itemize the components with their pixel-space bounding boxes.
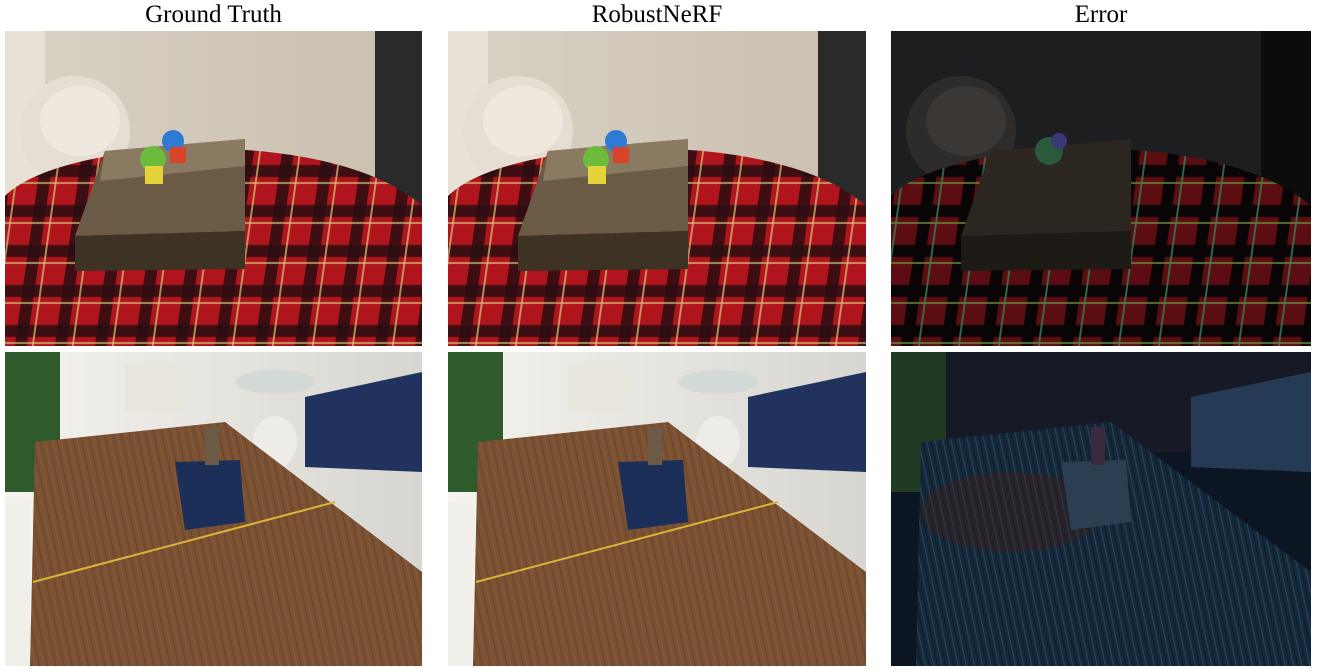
image-dining-robustnerf xyxy=(448,352,866,666)
image-dining-ground-truth xyxy=(5,352,422,666)
image-dining-error xyxy=(891,352,1311,666)
column-title-ground-truth: Ground Truth xyxy=(145,1,282,28)
image-boardgame-error xyxy=(891,31,1311,346)
column-title-error: Error xyxy=(1074,1,1128,28)
column-title-robustnerf: RobustNeRF xyxy=(591,1,723,28)
image-boardgame-robustnerf xyxy=(448,31,866,346)
image-boardgame-ground-truth xyxy=(5,31,422,346)
